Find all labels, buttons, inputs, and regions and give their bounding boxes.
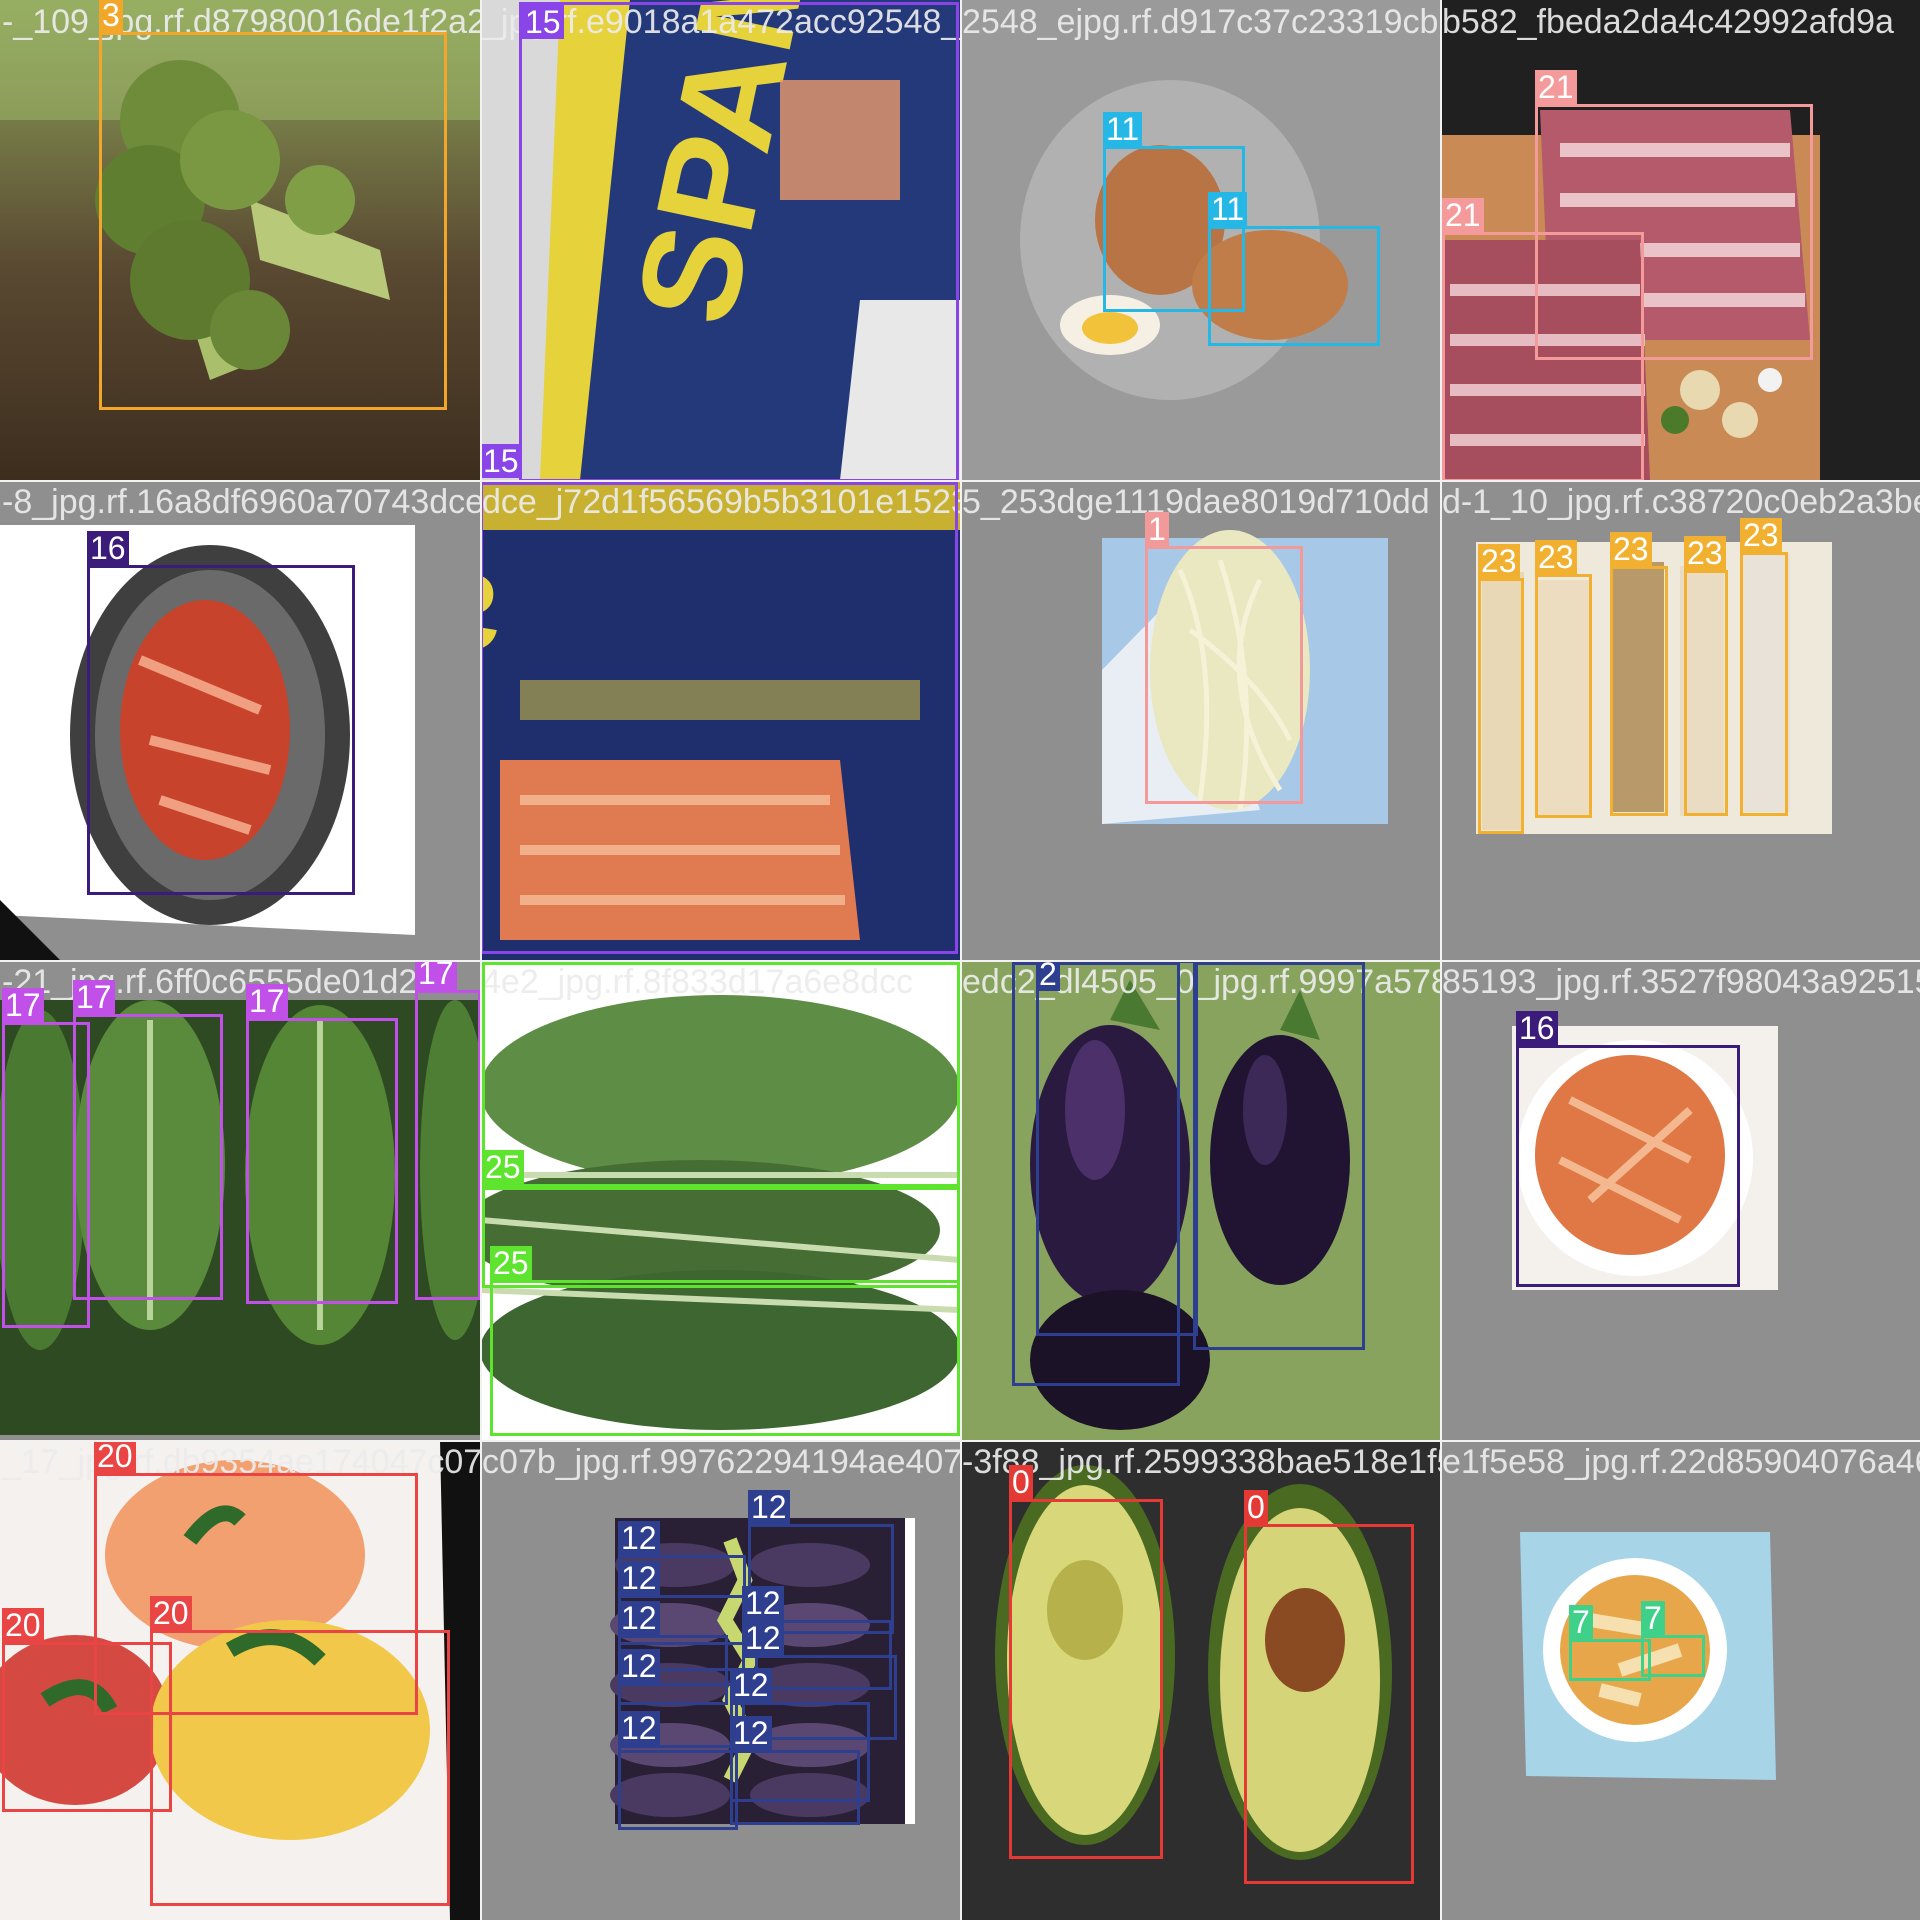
tile-spam-can-mirrored: SPAM dce_j72d1f56569b5b3101e1523_dge1119… bbox=[480, 480, 960, 960]
grid-divider bbox=[0, 960, 1920, 962]
tile-filename: b582_fbeda2da4c42992afd9a bbox=[1442, 3, 1894, 41]
bounding-box: 12 bbox=[730, 1716, 860, 1825]
bounding-box: 0 bbox=[1009, 1465, 1163, 1859]
class-label: 17 bbox=[73, 980, 115, 1014]
tile-filename: c07b_jpg.rf.99762294194ae4073f88 bbox=[482, 1443, 960, 1481]
class-label: 23 bbox=[1535, 540, 1577, 574]
bounding-box: 15 bbox=[519, 2, 959, 480]
bounding-box: 3 bbox=[99, 0, 447, 410]
bounding-box: 23 bbox=[1610, 532, 1668, 816]
class-label: 16 bbox=[1516, 1011, 1558, 1045]
class-label: 3 bbox=[99, 0, 123, 32]
tile-chicken-dish: e1f5e58_jpg.rf.22d85904076a46 7 7 bbox=[1440, 1440, 1920, 1920]
tile-filename: e1f5e58_jpg.rf.22d85904076a46 bbox=[1442, 1443, 1920, 1481]
tile-spinach: 4e2_jpg.rf.8f833d17a6e8dcc 25 25 25 bbox=[480, 960, 960, 1440]
class-label: 16 bbox=[87, 531, 129, 565]
bounding-box: 7 bbox=[1641, 1601, 1705, 1677]
bounding-box: 12 bbox=[1193, 960, 1365, 1350]
bounding-box: 16 bbox=[1516, 1011, 1740, 1287]
bounding-box: 17 bbox=[73, 980, 223, 1300]
tile-broccoli: -_109_jpg.rf.d87980016de1f2a2803249e918a… bbox=[0, 0, 480, 480]
class-label: 17 bbox=[2, 988, 44, 1022]
tile-lettuce: -21_jpg.rf.6ff0c6555de01d24 17 17 17 17 bbox=[0, 960, 480, 1440]
class-label: 12 bbox=[618, 1649, 660, 1683]
class-label: 23 bbox=[1684, 536, 1726, 570]
bounding-box: 21 bbox=[1442, 198, 1644, 480]
class-label: 23 bbox=[1740, 518, 1782, 552]
class-label: 23 bbox=[1610, 532, 1652, 566]
class-label: 21 bbox=[1442, 198, 1484, 232]
class-label: 17 bbox=[246, 984, 288, 1018]
class-label: 15 bbox=[522, 5, 564, 39]
bounding-box: 23 bbox=[1740, 518, 1788, 816]
bounding-box: 23 bbox=[1535, 540, 1592, 818]
grid-divider bbox=[0, 480, 1920, 482]
class-label: 12 bbox=[618, 1601, 660, 1635]
tile-bean-sprouts: 5_253dge1119dae8019d710dd 1 bbox=[960, 480, 1440, 960]
class-label: 20 bbox=[94, 1440, 136, 1473]
bounding-box: 20 bbox=[2, 1608, 172, 1812]
tile-kimchi-plate: -8_jpg.rf.16a8df6960a70743dce_j72d1f5656… bbox=[0, 480, 480, 960]
bounding-box: 25 bbox=[482, 960, 960, 1190]
bounding-box: 23 bbox=[1478, 544, 1524, 834]
class-label: 7 bbox=[1641, 1601, 1665, 1635]
bounding-box: 2 bbox=[1036, 960, 1198, 1336]
bounding-box: 16 bbox=[87, 531, 355, 895]
tile-eggs: 2548_ejpg.rf.d917c37c23319cb582_fbed2 11… bbox=[960, 0, 1440, 480]
class-label: 25 bbox=[490, 1246, 532, 1280]
bounding-box: 15 bbox=[480, 480, 958, 954]
tile-bell-peppers: _17_jpg.rf.db9354ae174047c07b 20 20 20 bbox=[0, 1440, 480, 1920]
tile-grains: d-1_10_jpg.rf.c38720c0eb2a3be 23 23 23 2… bbox=[1440, 480, 1920, 960]
class-label: 12 bbox=[618, 1711, 660, 1745]
tile-filename: -3f88_jpg.rf.2599338bae518e1f5e58 bbox=[962, 1443, 1440, 1481]
class-label: 12 bbox=[618, 1561, 660, 1595]
class-label: 12 bbox=[618, 1521, 660, 1555]
tile-avocado: -3f88_jpg.rf.2599338bae518e1f5e58 0 0 bbox=[960, 1440, 1440, 1920]
class-label: 2 bbox=[1036, 960, 1060, 991]
class-label: 7 bbox=[1569, 1605, 1593, 1639]
bounding-box: 1 bbox=[1145, 512, 1303, 804]
bounding-box: 20 bbox=[150, 1596, 450, 1906]
class-label: 11 bbox=[1103, 112, 1143, 146]
class-label: 12 bbox=[730, 1716, 772, 1750]
tile-kimchi-bowl: 85193_jpg.rf.3527f98043a92515 16 bbox=[1440, 960, 1920, 1440]
class-label: 12 bbox=[730, 1668, 772, 1702]
class-label: 0 bbox=[1009, 1465, 1033, 1499]
tile-filename: 2548_ejpg.rf.d917c37c23319cb582_fbed2 bbox=[962, 3, 1440, 41]
class-label: 17 bbox=[415, 960, 457, 990]
grid-divider bbox=[0, 1440, 1920, 1442]
bounding-box: 17 bbox=[246, 984, 398, 1304]
tile-pork-belly: b582_fbeda2da4c42992afd9a 21 21 bbox=[1440, 0, 1920, 480]
class-label: 21 bbox=[1535, 70, 1577, 104]
class-label: 25 bbox=[482, 1150, 524, 1184]
bounding-box: 0 bbox=[1244, 1490, 1414, 1884]
bounding-box: 12 bbox=[618, 1711, 738, 1830]
class-label: 12 bbox=[742, 1586, 784, 1620]
class-label: 0 bbox=[1244, 1490, 1268, 1524]
tile-filename: -8_jpg.rf.16a8df6960a70743dce_j72d1f5656… bbox=[2, 483, 480, 521]
bounding-box: 25 bbox=[490, 1246, 960, 1436]
tile-filename: 5_253dge1119dae8019d710dd bbox=[962, 483, 1430, 521]
class-label: 23 bbox=[1478, 544, 1520, 578]
tile-filename: 85193_jpg.rf.3527f98043a92515 bbox=[1442, 963, 1920, 1001]
tile-filename: -21_jpg.rf.6ff0c6555de01d24 bbox=[2, 963, 437, 1001]
photo-chicken-dish bbox=[1440, 1440, 1920, 1920]
bounding-box: 7 bbox=[1569, 1605, 1651, 1681]
tile-filename: d-1_10_jpg.rf.c38720c0eb2a3be bbox=[1442, 483, 1920, 521]
bounding-box: 11 bbox=[1208, 192, 1380, 346]
class-label: 15 bbox=[480, 444, 522, 478]
class-label: 12 bbox=[742, 1621, 784, 1655]
class-label: 11 bbox=[1208, 192, 1248, 226]
class-label: 20 bbox=[150, 1596, 192, 1630]
tile-spam-can: SPAM _jpg.rf.e9018a1a472acc92548_ejpg.rf… bbox=[480, 0, 960, 480]
bounding-box: 23 bbox=[1684, 536, 1728, 816]
bounding-box: 17 bbox=[415, 960, 480, 1300]
class-label: 1 bbox=[1145, 512, 1169, 546]
tile-eggplants: edc2_dl4505_0_jpg.rf.9997a5785193 12 2 1… bbox=[960, 960, 1440, 1440]
class-label: 12 bbox=[748, 1490, 790, 1524]
tile-eggplant-crate: c07b_jpg.rf.99762294194ae4073f88 12 12 1… bbox=[480, 1440, 960, 1920]
class-label: 20 bbox=[2, 1608, 44, 1642]
bounding-box: 25 bbox=[482, 1150, 960, 1288]
mosaic-grid: -_109_jpg.rf.d87980016de1f2a2803249e918a… bbox=[0, 0, 1920, 1920]
